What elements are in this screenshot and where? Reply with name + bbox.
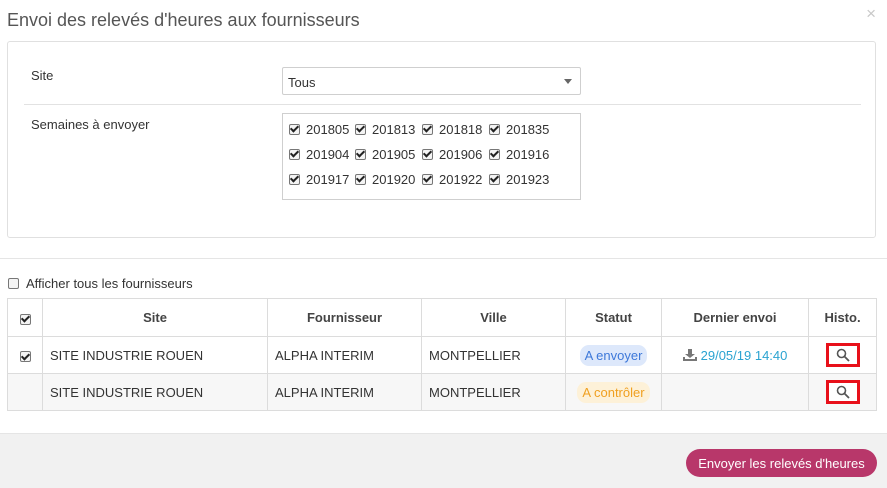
week-checkbox[interactable] xyxy=(355,173,366,185)
send-timesheets-button[interactable]: Envoyer les relevés d'heures xyxy=(686,449,877,477)
week-label: 201905 xyxy=(372,146,416,162)
table-header-row: Site Fournisseur Ville Statut Dernier en… xyxy=(7,298,877,337)
history-button[interactable] xyxy=(825,380,860,404)
week-checkbox[interactable] xyxy=(289,173,300,185)
section-divider xyxy=(0,258,887,259)
modal-footer: Envoyer les relevés d'heures xyxy=(0,433,887,488)
select-all-checkbox[interactable] xyxy=(19,313,31,325)
week-checkbox-item[interactable]: 201904 xyxy=(289,146,349,162)
week-checkbox-item[interactable]: 201916 xyxy=(489,146,549,162)
week-checkbox-item[interactable]: 201805 xyxy=(289,121,349,137)
site-label: Site xyxy=(31,68,54,83)
cell-status: A envoyer xyxy=(565,336,662,374)
show-all-label: Afficher tous les fournisseurs xyxy=(26,276,193,291)
week-checkbox[interactable] xyxy=(489,148,500,160)
week-label: 201835 xyxy=(506,121,550,137)
cell-supplier: ALPHA INTERIM xyxy=(267,336,422,374)
column-header-city[interactable]: Ville xyxy=(421,298,566,337)
suppliers-table: Site Fournisseur Ville Statut Dernier en… xyxy=(7,298,877,411)
week-label: 201916 xyxy=(506,146,550,162)
row-checkbox[interactable] xyxy=(19,351,31,362)
week-label: 201922 xyxy=(439,171,483,187)
show-all-suppliers-toggle[interactable]: Afficher tous les fournisseurs xyxy=(8,276,193,291)
week-label: 201805 xyxy=(306,121,350,137)
row-select-cell xyxy=(7,336,43,374)
chevron-down-icon xyxy=(564,79,572,84)
last-send-link[interactable]: 29/05/19 14:40 xyxy=(669,348,801,363)
week-label: 201920 xyxy=(372,171,416,187)
show-all-checkbox[interactable] xyxy=(8,278,19,289)
weeks-label: Semaines à envoyer xyxy=(31,117,150,132)
week-label: 201917 xyxy=(306,171,350,187)
week-checkbox-item[interactable]: 201905 xyxy=(355,146,415,162)
table-row: SITE INDUSTRIE ROUEN ALPHA INTERIM MONTP… xyxy=(7,373,877,411)
cell-city: MONTPELLIER xyxy=(421,336,566,374)
last-send-date: 29/05/19 14:40 xyxy=(700,347,788,363)
download-icon xyxy=(682,349,697,361)
status-badge: A envoyer xyxy=(579,344,648,366)
week-checkbox-item[interactable]: 201813 xyxy=(355,121,415,137)
form-panel: Site Tous Semaines à envoyer 201805 2018… xyxy=(7,41,876,238)
week-checkbox-item[interactable]: 201835 xyxy=(489,121,549,137)
cell-site: SITE INDUSTRIE ROUEN xyxy=(42,373,268,411)
week-label: 201906 xyxy=(439,146,483,162)
week-checkbox[interactable] xyxy=(489,123,500,135)
cell-site: SITE INDUSTRIE ROUEN xyxy=(42,336,268,374)
cell-last-send: 29/05/19 14:40 xyxy=(661,336,809,374)
cell-city: MONTPELLIER xyxy=(421,373,566,411)
cell-status: A contrôler xyxy=(565,373,662,411)
week-checkbox[interactable] xyxy=(422,148,433,160)
weeks-list: 201805 201813 201818 201835 201904 20190… xyxy=(282,113,581,200)
divider xyxy=(24,104,861,105)
cell-supplier: ALPHA INTERIM xyxy=(267,373,422,411)
week-checkbox-item[interactable]: 201920 xyxy=(355,171,415,187)
week-label: 201813 xyxy=(372,121,416,137)
cell-last-send xyxy=(661,373,809,411)
history-button[interactable] xyxy=(825,343,860,367)
week-label: 201904 xyxy=(306,146,350,162)
week-label: 201818 xyxy=(439,121,483,137)
week-label: 201923 xyxy=(506,171,550,187)
column-header-site[interactable]: Site xyxy=(42,298,268,337)
week-checkbox[interactable] xyxy=(289,148,300,160)
column-header-last-send[interactable]: Dernier envoi xyxy=(661,298,809,337)
week-checkbox[interactable] xyxy=(422,123,433,135)
site-select-value: Tous xyxy=(288,75,316,90)
week-checkbox-item[interactable]: 201906 xyxy=(422,146,482,162)
week-checkbox-item[interactable]: 201923 xyxy=(489,171,549,187)
column-header-history[interactable]: Histo. xyxy=(808,298,877,337)
week-checkbox-item[interactable]: 201917 xyxy=(289,171,349,187)
week-checkbox[interactable] xyxy=(289,123,300,135)
week-checkbox[interactable] xyxy=(489,173,500,185)
select-all-cell xyxy=(7,298,43,337)
column-header-status[interactable]: Statut xyxy=(565,298,662,337)
row-select-cell xyxy=(7,373,43,411)
cell-history xyxy=(808,373,877,411)
magnifier-icon xyxy=(836,385,850,399)
site-select[interactable]: Tous xyxy=(282,67,581,95)
table-row: SITE INDUSTRIE ROUEN ALPHA INTERIM MONTP… xyxy=(7,336,877,374)
close-icon[interactable]: × xyxy=(866,4,876,24)
week-checkbox[interactable] xyxy=(355,148,366,160)
column-header-supplier[interactable]: Fournisseur xyxy=(267,298,422,337)
cell-history xyxy=(808,336,877,374)
week-checkbox[interactable] xyxy=(355,123,366,135)
week-checkbox-item[interactable]: 201818 xyxy=(422,121,482,137)
week-checkbox-item[interactable]: 201922 xyxy=(422,171,482,187)
modal-title: Envoi des relevés d'heures aux fournisse… xyxy=(7,10,360,30)
week-checkbox[interactable] xyxy=(422,173,433,185)
status-badge: A contrôler xyxy=(577,381,650,403)
magnifier-icon xyxy=(836,348,850,362)
